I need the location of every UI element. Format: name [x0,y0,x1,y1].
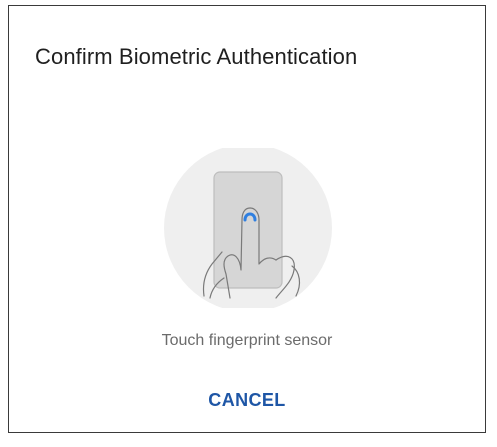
fingerprint-touch-icon [164,148,332,308]
cancel-button[interactable]: CANCEL [202,388,291,413]
sensor-panel [213,171,283,289]
biometric-dialog: Confirm Biometric Authentication Touch f… [8,5,486,433]
instruction-text: Touch fingerprint sensor [161,332,333,349]
dialog-title: Confirm Biometric Authentication [35,44,358,69]
fingerprint-illustration [164,148,332,308]
